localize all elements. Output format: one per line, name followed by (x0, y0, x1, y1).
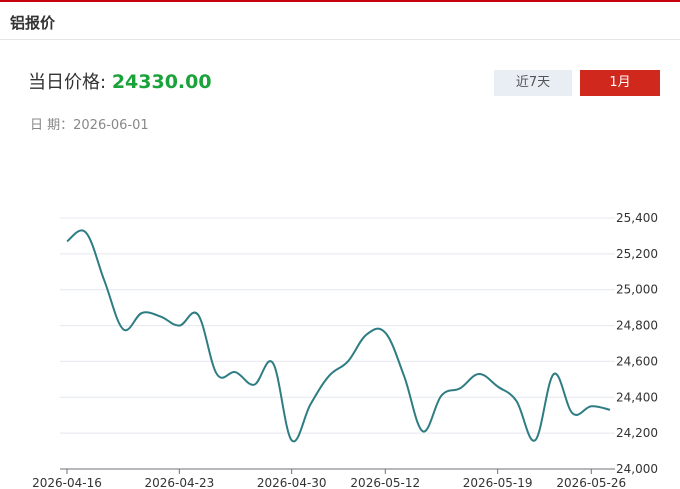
price-series-line (66, 229, 611, 443)
price-line-chart: 24,000 24,200 24,400 24,600 24,800 25,000 25,2… (32, 211, 658, 489)
chart-series (66, 229, 611, 443)
y-tick-label: 24,800 (616, 319, 658, 333)
panel-title: 铝报价 (10, 14, 56, 32)
panel-header: 铝报价 (0, 2, 680, 40)
x-tick-label: 2026-04-23 (144, 476, 214, 489)
chart-axes: 24,000 24,200 24,400 24,600 24,800 25,000 25,2… (32, 211, 658, 489)
price-colon: : (100, 72, 107, 93)
price-date: 日 期：2026-06-01 (30, 114, 149, 133)
range-7-days-button[interactable]: 近7天 (494, 70, 572, 96)
y-tick-label: 24,200 (616, 426, 658, 440)
price-value: 24330.00 (111, 71, 212, 93)
y-tick-label: 25,000 (616, 283, 658, 297)
date-label: 日 期： (30, 118, 74, 133)
y-tick-label: 24,000 (616, 462, 658, 476)
y-tick-label: 24,600 (616, 354, 658, 368)
y-tick-label: 25,400 (616, 211, 658, 225)
x-tick-label: 2026-04-16 (32, 476, 102, 489)
date-value: 2026-06-01 (73, 118, 149, 133)
chart-grid (60, 217, 615, 434)
x-tick-label: 2026-05-19 (463, 476, 533, 489)
range-1-month-button[interactable]: 1月 (580, 70, 660, 96)
current-price: 当日价格: 24330.00 (28, 68, 212, 94)
y-tick-label: 24,400 (616, 390, 658, 404)
price-label: 当日价格 (28, 72, 100, 93)
x-tick-label: 2026-04-30 (257, 476, 327, 489)
y-tick-label: 25,200 (616, 247, 658, 261)
x-tick-label: 2026-05-26 (556, 476, 626, 489)
x-tick-label: 2026-05-12 (350, 476, 420, 489)
